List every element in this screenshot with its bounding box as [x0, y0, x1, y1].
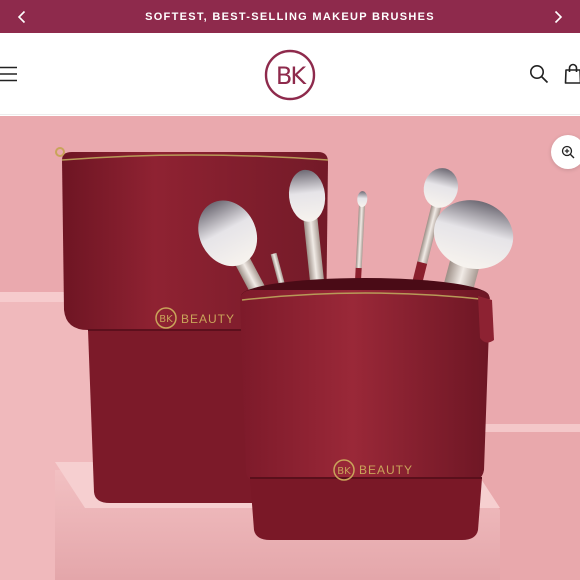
site-header: BK [0, 33, 580, 115]
chevron-left-icon [17, 10, 26, 23]
logo-text: BK [276, 62, 307, 90]
announcement-bar: SOFTEST, BEST-SELLING MAKEUP BRUSHES [0, 0, 580, 33]
zoom-in-icon [561, 145, 575, 159]
search-icon [530, 65, 549, 84]
chevron-right-icon [554, 10, 563, 23]
tall-case-brand: BEAUTY [181, 312, 235, 326]
tall-case-logo: BK [159, 314, 173, 325]
shopping-bag-icon [564, 63, 580, 84]
menu-button[interactable] [0, 64, 20, 84]
cart-button[interactable] [563, 63, 580, 85]
short-brush-case: BK BEAUTY [240, 278, 494, 540]
announcement-prev-button[interactable] [2, 0, 42, 33]
hero-product-image: BK BEAUTY BK BEAUTY [0, 116, 580, 580]
short-case-brand: BEAUTY [359, 463, 413, 477]
brand-logo[interactable]: BK [264, 49, 316, 101]
zoom-button[interactable] [551, 135, 580, 169]
short-case-logo: BK [337, 466, 351, 477]
search-button[interactable] [529, 64, 549, 84]
product-photo: BK BEAUTY BK BEAUTY [0, 116, 580, 580]
announcement-text: SOFTEST, BEST-SELLING MAKEUP BRUSHES [145, 10, 435, 23]
hamburger-menu-icon [0, 66, 17, 82]
announcement-next-button[interactable] [538, 0, 578, 33]
